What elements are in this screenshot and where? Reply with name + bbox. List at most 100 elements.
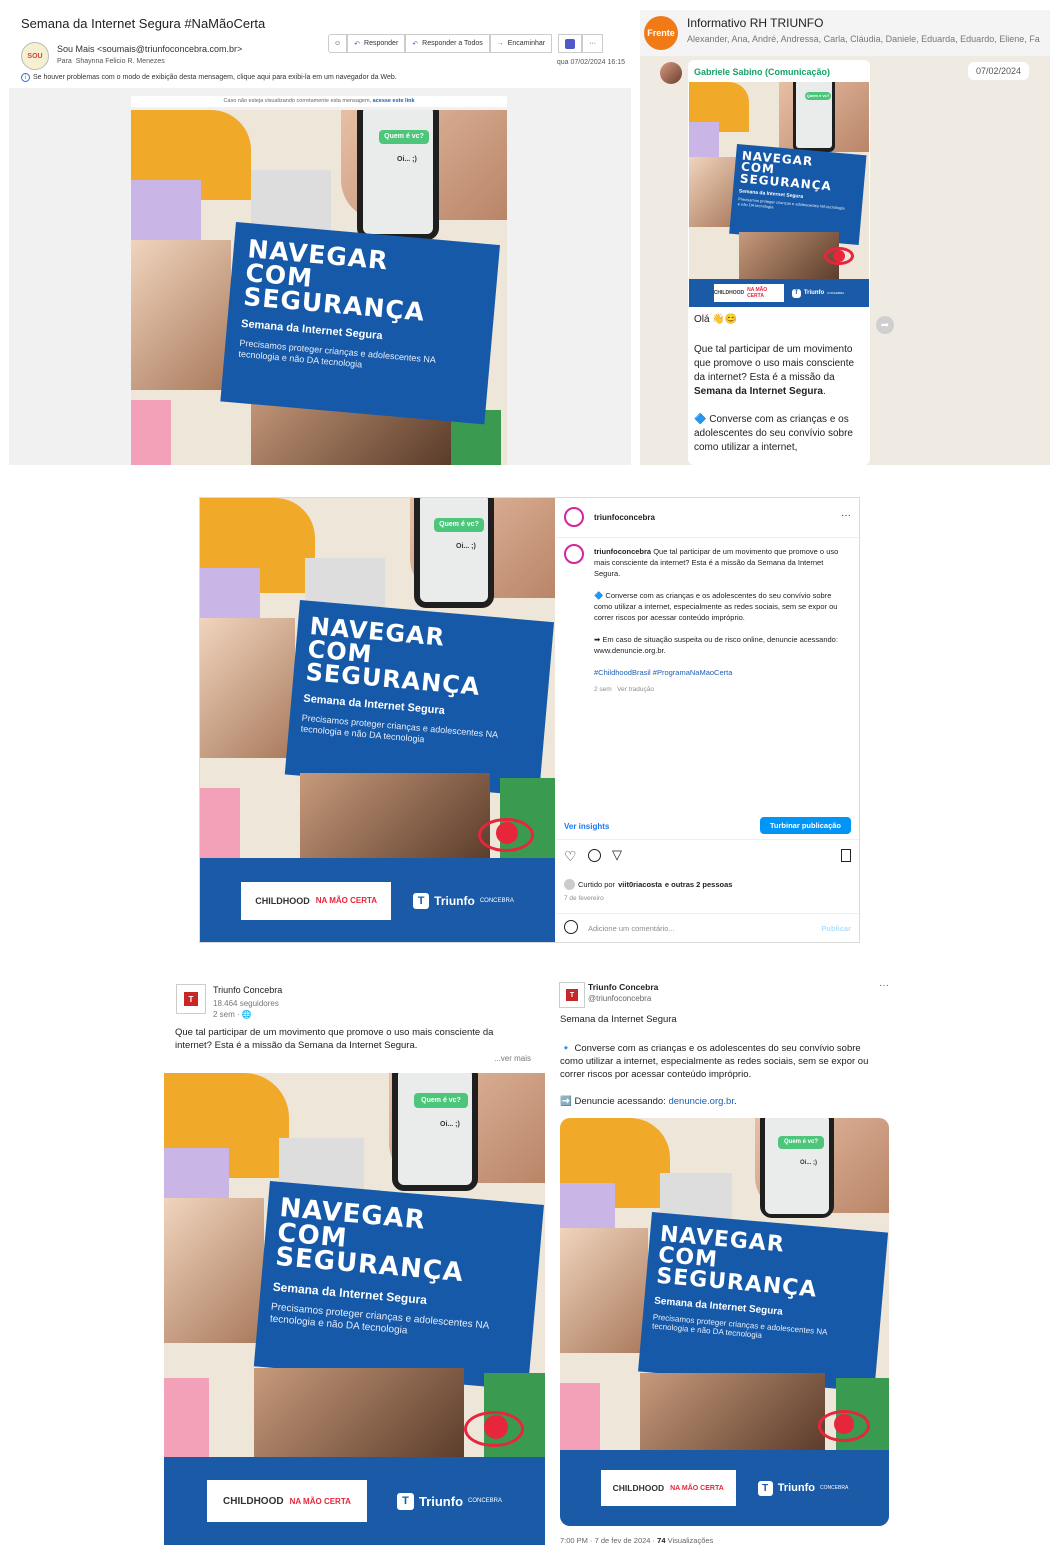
email-poster: Quem é vc? Oi... ;) NAVEGAR COM SEGURANÇ…	[131, 110, 507, 465]
info-icon: i	[21, 73, 30, 82]
tw-childhood-logo: CHILDHOOD	[612, 1483, 665, 1493]
more-button[interactable]: ···	[582, 34, 604, 53]
fb-bubble-question: Quem é vc?	[414, 1093, 468, 1108]
tw-avatar[interactable]: T	[559, 982, 585, 1008]
wa-poster-title: NAVEGAR COM SEGURANÇA	[739, 148, 833, 194]
fb-triunfo-logo: Triunfo	[418, 1493, 464, 1509]
tw-triunfo-logo: Triunfo	[777, 1482, 815, 1494]
tw-line3: ➡️ Denuncie acessando: denuncie.org.br.	[560, 1096, 737, 1107]
forward-button[interactable]: → Encaminhar	[489, 34, 553, 53]
wa-triunfo-icon: T	[791, 288, 801, 298]
tw-handle[interactable]: @triunfoconcebra	[588, 994, 651, 1003]
ig-username[interactable]: triunfoconcebra	[594, 513, 655, 522]
sender-avatar: SOU	[21, 42, 49, 70]
ig-boost-button[interactable]: Turbinar publicação	[759, 817, 851, 834]
ig-publish-button[interactable]: Publicar	[821, 924, 851, 933]
emoji-icon[interactable]	[564, 920, 578, 934]
ig-caption: triunfoconcebra Que tal participar de um…	[556, 542, 859, 792]
teams-button[interactable]	[558, 34, 583, 53]
heart-icon[interactable]: ♡	[564, 848, 577, 865]
likes-others[interactable]: e outras 2 pessoas	[665, 880, 733, 889]
ig-childhood-logo: CHILDHOOD	[255, 895, 310, 906]
comment-icon[interactable]	[588, 849, 601, 862]
message-para2: 🔷 Converse com as crianças e os adolesce…	[694, 414, 853, 453]
date-badge: 07/02/2024	[968, 62, 1030, 80]
emoji-button[interactable]: ☺	[328, 34, 348, 53]
tw-poster-footer: CHILDHOOD NA MÃO CERTA T Triunfo CONCEBR…	[560, 1450, 889, 1526]
reply-button[interactable]: ↶ Responder	[347, 34, 406, 53]
reply-all-icon: ↶	[412, 40, 419, 48]
whatsapp-panel: Frente Informativo RH TRIUNFO Alexander,…	[640, 10, 1050, 465]
ig-actions: ♡ ▽	[556, 846, 859, 868]
forward-icon[interactable]: ➦	[876, 316, 894, 334]
share-icon[interactable]: ▽	[612, 847, 622, 863]
ig-header: triunfoconcebra ···	[556, 498, 859, 538]
ig-translate-link[interactable]: Ver tradução	[617, 686, 654, 693]
tw-more-button[interactable]: ···	[879, 980, 889, 991]
poster-bubble-question: Quem é vc?	[379, 130, 429, 144]
ig-poster-title: NAVEGAR COM SEGURANÇA	[304, 612, 482, 701]
poster-title: NAVEGAR COM SEGURANÇA	[242, 234, 427, 327]
wa-triunfo-logo: Triunfo	[803, 290, 825, 296]
ig-caption-avatar[interactable]	[564, 544, 584, 564]
ig-comment-input[interactable]: Adicione um comentário...	[588, 924, 675, 933]
ig-caption-text: triunfoconcebra Que tal participar de um…	[594, 546, 844, 695]
sender-avatar-wa	[660, 62, 682, 84]
email-subject: Semana da Internet Segura #NaMãoCerta	[21, 16, 266, 31]
fb-time: 2 sem · 🌐	[213, 1010, 252, 1019]
wa-bubble-question: Quem é vc?	[805, 92, 831, 100]
instagram-panel: Quem é vc? Oi... ;) NAVEGAR COM SEGURANÇ…	[199, 497, 860, 943]
email-from[interactable]: Sou Mais <soumais@triunfoconcebra.com.br…	[57, 44, 242, 54]
tw-poster: Quem é vc? Oi... ;) NAVEGAR COM SEGURANÇ…	[560, 1118, 889, 1526]
fb-see-more[interactable]: ...ver mais	[494, 1054, 531, 1063]
tw-denuncie-link[interactable]: denuncie.org.br	[668, 1096, 734, 1107]
fb-bubble-answer: Oi... ;)	[440, 1121, 460, 1128]
fb-poster-title: NAVEGAR COM SEGURANÇA	[274, 1193, 466, 1289]
ig-date: 7 de fevereiro	[564, 895, 604, 902]
reply-all-button[interactable]: ↶ Responder a Todos	[405, 34, 490, 53]
fb-page-name[interactable]: Triunfo Concebra	[213, 985, 282, 995]
wa-poster-footer: CHILDHOOD NA MÃO CERTA T Triunfo CONCEBR…	[689, 279, 869, 307]
fb-avatar[interactable]: T	[176, 984, 206, 1014]
banner-link[interactable]: acesse este link	[373, 98, 415, 104]
ig-hashtags[interactable]: #ChildhoodBrasil #ProgramaNaMaoCerta	[594, 667, 844, 678]
liker-username[interactable]: viit0riacosta	[618, 880, 662, 889]
ig-concebra-logo: CONCEBRA	[479, 897, 514, 904]
tw-footer: 7:00 PM · 7 de fev de 2024 · 74 Visualiz…	[560, 1536, 714, 1545]
bookmark-icon[interactable]	[841, 849, 851, 862]
ig-avatar[interactable]	[564, 507, 584, 527]
ig-bubble-question: Quem é vc?	[434, 518, 484, 532]
fb-concebra-logo: CONCEBRA	[468, 1498, 503, 1504]
tw-line1: Semana da Internet Segura	[560, 1014, 677, 1025]
fb-triunfo-icon-footer: T	[396, 1492, 414, 1510]
forward-icon: →	[496, 40, 504, 47]
reply-icon: ↶	[354, 40, 361, 48]
message-para1: Que tal participar de um movimento que p…	[694, 344, 855, 397]
ig-insights-link[interactable]: Ver insights	[564, 822, 609, 831]
tw-program-logo: NA MÃO CERTA	[670, 1484, 724, 1492]
email-info-bar[interactable]: i Se houver problemas com o modo de exib…	[21, 73, 397, 82]
fb-poster-card: NAVEGAR COM SEGURANÇA Semana da Internet…	[253, 1181, 544, 1391]
message-sender[interactable]: Gabriele Sabino (Comunicação)	[694, 67, 830, 77]
ig-more-button[interactable]: ···	[841, 510, 851, 521]
facebook-panel: T Triunfo Concebra 18.464 seguidores 2 s…	[164, 980, 545, 1545]
email-banner: Caso não esteja visualizando corretament…	[131, 96, 507, 107]
twitter-panel: T Triunfo Concebra @triunfoconcebra ··· …	[555, 978, 895, 1545]
ig-caption-user[interactable]: triunfoconcebra	[594, 547, 651, 556]
tw-name[interactable]: Triunfo Concebra	[588, 982, 658, 992]
email-panel: Semana da Internet Segura #NaMãoCerta SO…	[9, 10, 631, 465]
message-bubble: Gabriele Sabino (Comunicação) Quem é vc?…	[660, 60, 870, 465]
tw-poster-card: NAVEGAR COM SEGURANÇA Semana da Internet…	[638, 1212, 889, 1393]
ig-time-row: 2 sem Ver tradução	[594, 686, 654, 693]
group-avatar[interactable]: Frente	[644, 16, 678, 50]
ig-caption-p2: 🔷 Converse com as crianças e os adolesce…	[594, 591, 838, 622]
whatsapp-poster: Quem é vc? NAVEGAR COM SEGURANÇA Semana …	[689, 82, 869, 307]
fb-program-logo: NA MÃO CERTA	[289, 1496, 351, 1506]
ig-program-logo: NA MÃO CERTA	[315, 896, 378, 905]
group-name[interactable]: Informativo RH TRIUNFO	[687, 16, 823, 30]
ig-caption-p3: ➡ Em caso de situação suspeita ou de ris…	[594, 635, 838, 655]
ig-insights-row: Ver insights Turbinar publicação	[556, 806, 859, 840]
tw-line2: 🔹 Converse com as crianças e os adolesce…	[560, 1043, 869, 1080]
message-greeting: Olá 👋😊	[694, 314, 738, 325]
ig-bubble-answer: Oi... ;)	[456, 543, 476, 550]
